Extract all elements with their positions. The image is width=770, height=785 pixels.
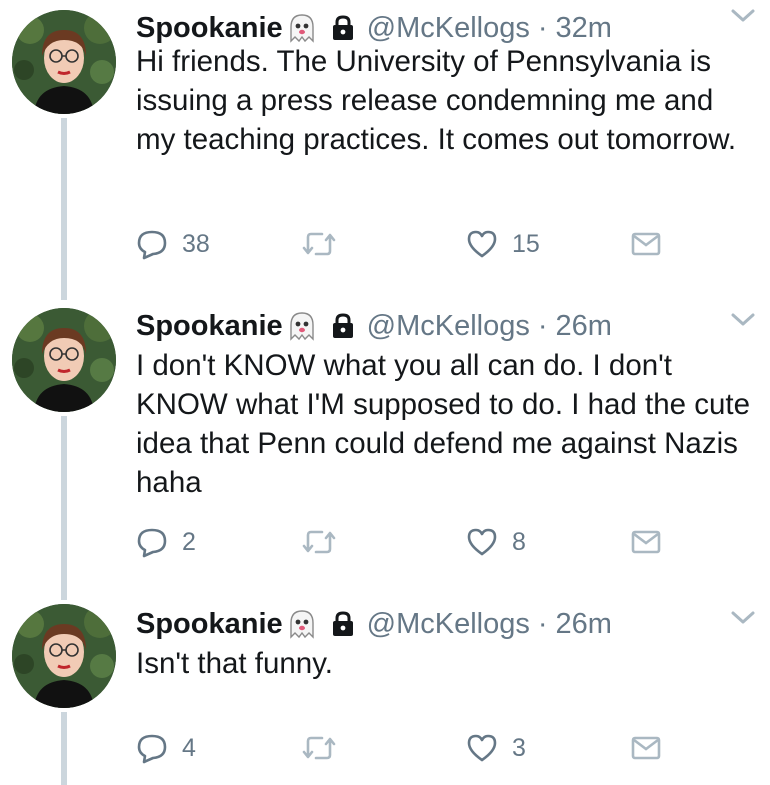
like-button[interactable]: 3 <box>466 730 526 766</box>
like-count: 15 <box>512 229 540 258</box>
ghost-emoji <box>285 607 319 641</box>
timestamp[interactable]: 26m <box>556 310 612 343</box>
tweet-text: Hi friends. The University of Pennsylvan… <box>136 45 737 156</box>
reply-button[interactable]: 38 <box>136 226 210 262</box>
retweet-button[interactable] <box>300 524 352 560</box>
tweet[interactable]: Spookanie @McKellogs · 26m Isn't that fu… <box>0 604 770 785</box>
lock-icon <box>331 313 355 339</box>
chevron-down-icon[interactable] <box>730 6 756 26</box>
direct-message-button[interactable] <box>630 524 662 560</box>
envelope-icon <box>630 230 662 258</box>
direct-message-button[interactable] <box>630 226 662 262</box>
thread-line <box>61 712 67 785</box>
separator-dot: · <box>537 607 548 640</box>
reply-button[interactable]: 2 <box>136 524 196 560</box>
retweet-icon <box>300 732 338 764</box>
heart-icon <box>466 228 498 260</box>
envelope-icon <box>630 734 662 762</box>
display-name[interactable]: Spookanie <box>136 608 283 641</box>
tweet[interactable]: Spookanie @McKellogs · 26m I don't KNOW … <box>0 306 770 600</box>
timestamp[interactable]: 26m <box>556 608 612 641</box>
avatar[interactable] <box>12 308 116 412</box>
separator-dot: · <box>537 11 548 44</box>
user-handle[interactable]: @McKellogs <box>367 12 530 45</box>
display-name[interactable]: Spookanie <box>136 12 283 45</box>
retweet-icon <box>300 526 338 558</box>
retweet-button[interactable] <box>300 730 352 766</box>
heart-icon <box>466 526 498 558</box>
chevron-down-icon[interactable] <box>730 608 756 628</box>
thread-line <box>61 416 67 600</box>
heart-icon <box>466 732 498 764</box>
user-handle[interactable]: @McKellogs <box>367 608 530 641</box>
ghost-emoji <box>285 11 319 45</box>
tweet-text: Isn't that funny. <box>136 647 333 680</box>
timestamp[interactable]: 32m <box>556 12 612 45</box>
lock-icon <box>331 15 355 41</box>
reply-count: 4 <box>182 733 196 762</box>
tweet-text: I don't KNOW what you all can do. I don'… <box>136 349 750 499</box>
avatar[interactable] <box>12 10 116 114</box>
retweet-icon <box>300 228 338 260</box>
separator-dot: · <box>537 309 548 342</box>
reply-count: 2 <box>182 527 196 556</box>
avatar[interactable] <box>12 604 116 708</box>
reply-count: 38 <box>182 229 210 258</box>
thread-line <box>61 118 67 300</box>
reply-icon <box>136 732 168 764</box>
user-handle[interactable]: @McKellogs <box>367 310 530 343</box>
chevron-down-icon[interactable] <box>730 310 756 330</box>
retweet-button[interactable] <box>300 226 352 262</box>
like-count: 3 <box>512 733 526 762</box>
lock-icon <box>331 611 355 637</box>
display-name[interactable]: Spookanie <box>136 310 283 343</box>
like-button[interactable]: 15 <box>466 226 540 262</box>
reply-button[interactable]: 4 <box>136 730 196 766</box>
ghost-emoji <box>285 309 319 343</box>
tweet[interactable]: Spookanie @McKellogs · 32m Hi friends. T… <box>0 0 770 300</box>
reply-icon <box>136 526 168 558</box>
like-count: 8 <box>512 527 526 556</box>
like-button[interactable]: 8 <box>466 524 526 560</box>
reply-icon <box>136 228 168 260</box>
envelope-icon <box>630 528 662 556</box>
direct-message-button[interactable] <box>630 730 662 766</box>
